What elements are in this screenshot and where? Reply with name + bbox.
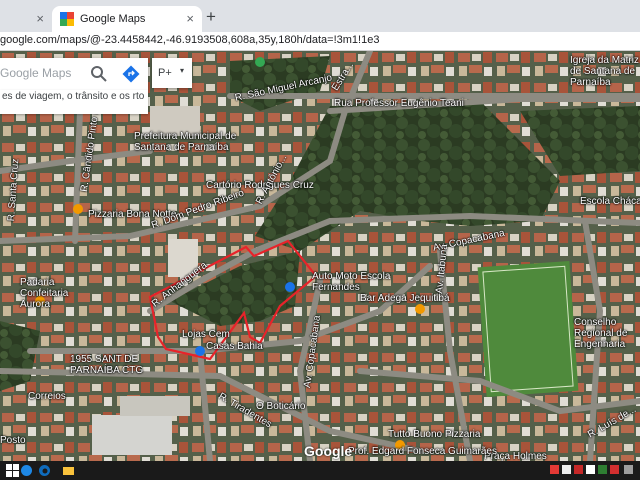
place-label[interactable]: Casas Bahia: [206, 341, 263, 352]
place-label[interactable]: Correios: [28, 391, 66, 402]
app-icon[interactable]: [562, 465, 571, 474]
category-pill-label: P+: [158, 67, 172, 79]
place-label[interactable]: Igreja da Matriz de Santana de Parnaíba: [570, 55, 640, 88]
place-label[interactable]: Auto Moto Escola Fernandes: [312, 271, 392, 293]
street-label: Prof. Edgard Fonseca Guimarães: [348, 446, 497, 457]
place-label[interactable]: Bar Adega Jequitibá: [360, 293, 450, 304]
place-label[interactable]: Escola Chácar: [580, 196, 640, 207]
search-input[interactable]: Google Maps: [0, 66, 71, 80]
alert-icon[interactable]: [550, 465, 559, 474]
category-pill[interactable]: P+ ▾: [152, 58, 192, 88]
place-label[interactable]: Padaria Confeitaria Aurora: [20, 277, 80, 310]
search-icon[interactable]: [90, 65, 108, 83]
address-bar[interactable]: google.com/maps/@-23.4458442,-46.9193508…: [0, 32, 640, 51]
browser-tab-strip: × Google Maps × +: [0, 0, 640, 32]
place-label[interactable]: Prefeitura Municipal de Santana de Parna…: [134, 131, 264, 153]
place-label[interactable]: 1955 SANT DE PARNAÍBA CTG: [70, 354, 150, 376]
edge-icon[interactable]: [38, 464, 51, 477]
taskbar: [0, 461, 640, 480]
speaker-icon[interactable]: [624, 465, 633, 474]
directions-icon[interactable]: [122, 65, 140, 83]
map-canvas[interactable]: R. São Miguel Arcanjo Estra... Igreja da…: [0, 51, 640, 461]
google-maps-favicon-icon: [60, 12, 74, 26]
windows-start-icon[interactable]: [6, 464, 19, 477]
street-label: Rua Professor Eugênio Teani: [334, 98, 464, 109]
chevron-down-icon[interactable]: ▾: [180, 66, 184, 75]
search-hint-text: es de viagem, o trânsito e os rto: [0, 90, 148, 114]
url-text[interactable]: google.com/maps/@-23.4458442,-46.9193508…: [0, 34, 379, 46]
place-label[interactable]: Conselho Regional de Engenharia: [574, 317, 640, 350]
app-icon[interactable]: [574, 465, 583, 474]
file-explorer-icon[interactable]: [62, 464, 75, 477]
edge-icon[interactable]: [20, 464, 33, 477]
tab-title: Google Maps: [80, 13, 146, 25]
app-icon[interactable]: [598, 465, 607, 474]
place-label[interactable]: Tutto Buono Pizzaria: [388, 429, 480, 440]
browser-tab-inactive[interactable]: ×: [0, 6, 52, 32]
app-icon[interactable]: [586, 465, 595, 474]
google-logo: Google: [304, 443, 353, 459]
close-tab-icon[interactable]: ×: [186, 11, 194, 26]
new-tab-button[interactable]: +: [206, 7, 216, 27]
search-box[interactable]: Google Maps: [0, 58, 148, 90]
place-label[interactable]: O Boticário: [256, 401, 305, 412]
place-label[interactable]: Lojas Cem: [182, 329, 230, 340]
place-label[interactable]: Posto: [0, 435, 26, 446]
close-tab-icon[interactable]: ×: [36, 11, 44, 26]
app-icon[interactable]: [610, 465, 619, 474]
browser-tab-google-maps[interactable]: Google Maps ×: [52, 6, 202, 32]
